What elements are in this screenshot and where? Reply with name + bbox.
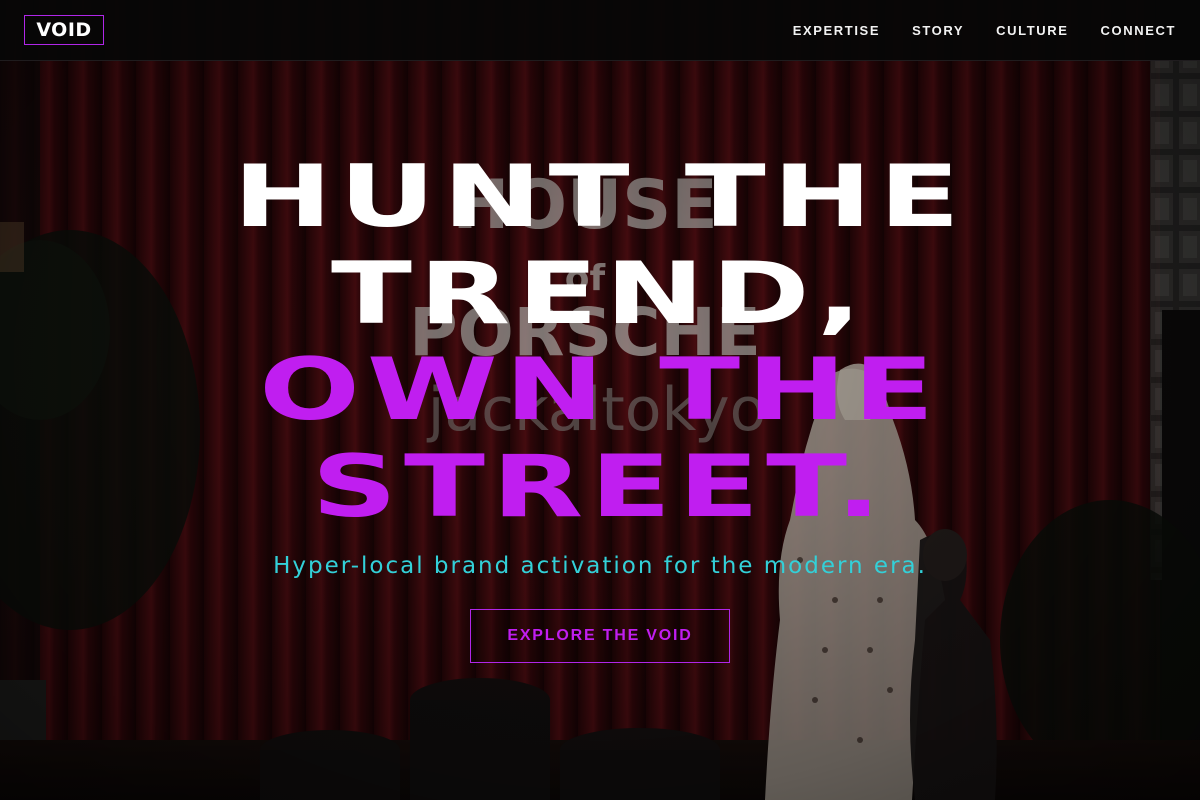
nav-link-culture[interactable]: CULTURE [996,23,1068,38]
nav-link-expertise[interactable]: EXPERTISE [793,23,880,38]
hero-section: HUNT THE TREND, OWN THE STREET. Hyper-lo… [0,61,1200,800]
void-logo[interactable]: VOID [24,15,104,45]
nav-link-connect[interactable]: CONNECT [1101,23,1176,38]
hero-subtitle: Hyper-local brand activation for the mod… [273,553,927,579]
explore-the-void-button[interactable]: EXPLORE THE VOID [470,609,730,663]
headline-line-2: TREND, [331,244,869,344]
headline-line-4: STREET. [311,437,889,537]
nav-link-story[interactable]: STORY [912,23,964,38]
site-header: VOID EXPERTISE STORY CULTURE CONNECT [0,0,1200,61]
headline-line-1: HUNT THE [233,147,967,247]
headline-line-3: OWN THE [258,340,942,440]
main-nav: EXPERTISE STORY CULTURE CONNECT [761,23,1176,38]
